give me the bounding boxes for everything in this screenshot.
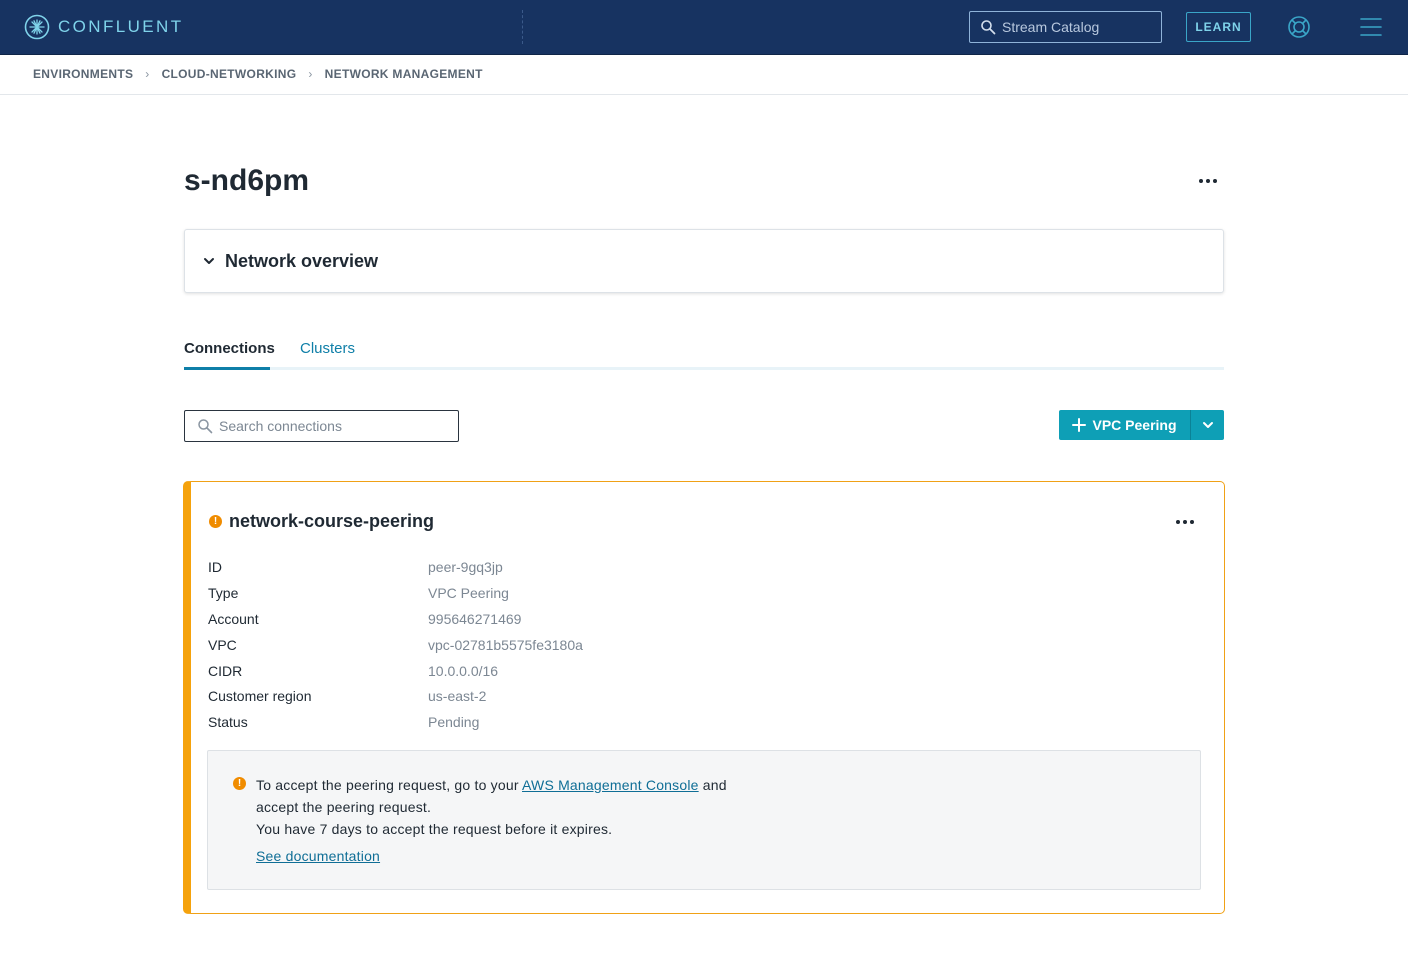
aws-management-console-link[interactable]: AWS Management Console xyxy=(522,777,699,793)
notice-text-before-link: To accept the peering request, go to you… xyxy=(256,777,523,793)
tab-connections[interactable]: Connections xyxy=(184,340,275,357)
search-icon xyxy=(981,20,996,35)
connection-more-options-button[interactable] xyxy=(1173,514,1197,530)
property-label: Type xyxy=(208,585,239,601)
confluent-logo-icon xyxy=(24,14,50,40)
search-connections-input[interactable]: Search connections xyxy=(184,410,459,442)
property-value: vpc-02781b5575fe3180a xyxy=(428,637,583,653)
warning-icon: ! xyxy=(233,777,246,790)
property-row-cidr: CIDR 10.0.0.0/16 xyxy=(208,663,808,683)
help-lifebuoy-icon[interactable] xyxy=(1287,15,1311,39)
vpc-peering-split-button: VPC Peering xyxy=(1059,410,1224,440)
connection-name: network-course-peering xyxy=(229,511,435,531)
learn-button[interactable]: LEARN xyxy=(1186,12,1251,42)
notice-text: To accept the peering request, go to you… xyxy=(256,774,956,840)
top-nav-bar: CONFLUENT Stream Catalog LEARN xyxy=(0,0,1408,55)
page-more-options-button[interactable] xyxy=(1196,172,1220,190)
breadcrumb-item-cloud-networking[interactable]: CLOUD-NETWORKING xyxy=(162,67,297,81)
property-value: 995646271469 xyxy=(428,611,522,627)
property-row-id: ID peer-9gq3jp xyxy=(208,559,808,579)
more-dot xyxy=(1176,520,1180,524)
property-row-vpc: VPC vpc-02781b5575fe3180a xyxy=(208,637,808,657)
active-tab-indicator xyxy=(184,367,270,370)
more-dot xyxy=(1190,520,1194,524)
property-value: peer-9gq3jp xyxy=(428,559,503,575)
vpc-peering-dropdown-button[interactable] xyxy=(1191,410,1224,440)
notice-text-after-link: and xyxy=(698,777,727,793)
breadcrumb-item-environments[interactable]: ENVIRONMENTS xyxy=(33,67,133,81)
chevron-down-icon xyxy=(1202,422,1213,428)
pending-peering-notice: ! To accept the peering request, go to y… xyxy=(207,750,1201,890)
property-label: CIDR xyxy=(208,663,243,679)
property-value: VPC Peering xyxy=(428,585,509,601)
property-label: Account xyxy=(208,611,259,627)
property-row-type: Type VPC Peering xyxy=(208,585,808,605)
stream-catalog-search[interactable]: Stream Catalog xyxy=(969,11,1162,43)
property-value: 10.0.0.0/16 xyxy=(428,663,499,679)
brand-name: CONFLUENT xyxy=(58,17,184,36)
chevron-right-icon: › xyxy=(308,67,313,81)
more-dot xyxy=(1183,520,1187,524)
property-row-account: Account 995646271469 xyxy=(208,611,808,631)
stream-catalog-placeholder: Stream Catalog xyxy=(1002,19,1100,35)
see-documentation-link[interactable]: See documentation xyxy=(256,848,380,864)
network-overview-label: Network overview xyxy=(225,250,379,271)
tab-bar: Connections Clusters xyxy=(184,339,1224,370)
plus-icon xyxy=(1072,418,1087,432)
property-row-customer-region: Customer region us-east-2 xyxy=(208,688,808,708)
property-label: ID xyxy=(208,559,222,575)
notice-line-1: To accept the peering request, go to you… xyxy=(256,774,956,796)
more-dot xyxy=(1213,179,1217,183)
status-value: Pending xyxy=(428,714,480,730)
breadcrumb: ENVIRONMENTS › CLOUD-NETWORKING › NETWOR… xyxy=(33,67,483,81)
network-overview-panel[interactable]: Network overview xyxy=(184,229,1224,293)
more-dot xyxy=(1199,179,1203,183)
add-vpc-peering-button[interactable]: VPC Peering xyxy=(1059,410,1191,440)
chevron-down-icon xyxy=(204,258,214,264)
warning-icon: ! xyxy=(209,515,222,528)
breadcrumb-divider xyxy=(0,94,1408,95)
page-title: s-nd6pm xyxy=(184,164,310,197)
vpc-peering-label: VPC Peering xyxy=(1092,417,1177,433)
hamburger-menu-icon[interactable] xyxy=(1360,16,1382,38)
notice-line-2: accept the peering request. xyxy=(256,799,432,815)
confluent-logo[interactable]: CONFLUENT xyxy=(24,14,184,40)
connection-header: ! network-course-peering xyxy=(209,511,434,532)
property-label: VPC xyxy=(208,637,237,653)
property-value: us-east-2 xyxy=(428,688,487,704)
property-label: Customer region xyxy=(208,688,312,704)
connection-card: ! network-course-peering ID peer-9gq3jp … xyxy=(183,481,1225,914)
notice-line-3: You have 7 days to accept the request be… xyxy=(256,821,613,837)
breadcrumb-item-network-management[interactable]: NETWORK MANAGEMENT xyxy=(325,67,483,81)
nav-divider xyxy=(522,10,523,44)
chevron-right-icon: › xyxy=(145,67,150,81)
property-label: Status xyxy=(208,714,248,730)
more-dot xyxy=(1206,179,1210,183)
tab-bar-track xyxy=(184,367,1224,370)
search-connections-placeholder: Search connections xyxy=(219,418,342,434)
property-row-status: Status Pending xyxy=(208,714,808,734)
search-icon xyxy=(198,419,213,434)
tab-clusters[interactable]: Clusters xyxy=(300,340,355,357)
